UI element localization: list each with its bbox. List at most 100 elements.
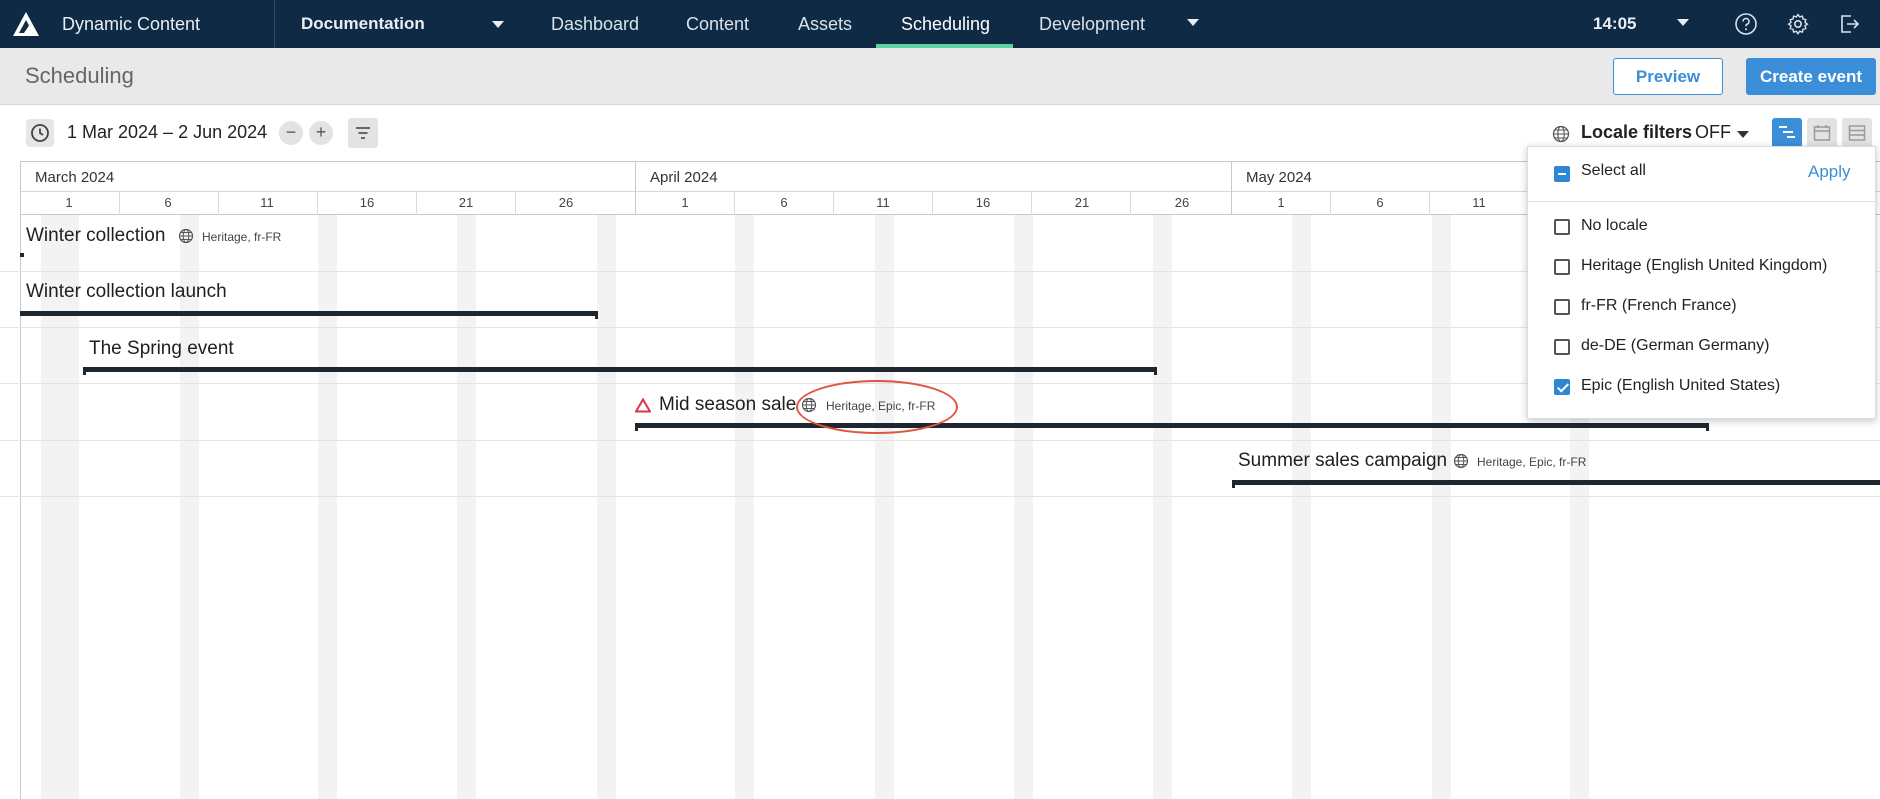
weekend-stripe — [875, 215, 894, 799]
nav-content[interactable]: Content — [686, 14, 749, 35]
development-chevron-down-icon[interactable] — [1187, 19, 1199, 26]
amplience-logo-icon[interactable] — [12, 11, 40, 37]
page-header: Scheduling Preview Create event — [0, 48, 1880, 105]
locale-option-label[interactable]: de-DE (German Germany) — [1581, 337, 1770, 355]
month-march: March 2024 — [20, 162, 635, 193]
app-name: Dynamic Content — [62, 14, 201, 34]
page-title: Scheduling — [25, 63, 134, 88]
day-label: 1 — [65, 195, 73, 210]
hub-chevron-down-icon[interactable] — [492, 21, 504, 28]
locale-checkbox-heritage[interactable] — [1554, 259, 1570, 275]
weekend-stripe — [1014, 215, 1033, 799]
locale-filters-label[interactable]: Locale filters — [1581, 122, 1692, 143]
weekend-stripe — [1432, 215, 1451, 799]
hub-selector[interactable]: Documentation — [301, 14, 425, 34]
create-event-button[interactable]: Create event — [1746, 58, 1876, 95]
nav-assets[interactable]: Assets — [798, 14, 852, 35]
bar-end-tick — [1154, 367, 1157, 375]
month-label: May 2024 — [1246, 169, 1312, 186]
day-divider — [416, 192, 417, 215]
globe-icon — [1552, 125, 1570, 143]
locale-option-label[interactable]: Epic (English United States) — [1581, 377, 1780, 395]
select-all-checkbox[interactable] — [1554, 166, 1570, 182]
select-all-label[interactable]: Select all — [1581, 162, 1646, 180]
date-range-clock-button[interactable] — [26, 119, 54, 147]
logout-icon[interactable] — [1837, 12, 1861, 36]
bar-end-tick — [1706, 423, 1709, 431]
clock-chevron-down-icon[interactable] — [1677, 19, 1689, 26]
event-title[interactable]: Winter collection launch — [26, 281, 227, 303]
locale-filters-state[interactable]: OFF — [1695, 122, 1731, 143]
month-label: March 2024 — [35, 169, 115, 186]
clock-icon — [31, 124, 49, 142]
bar-start-tick — [83, 367, 86, 375]
zoom-out-button[interactable]: − — [279, 121, 303, 145]
day-divider — [1031, 192, 1032, 215]
preview-button[interactable]: Preview — [1613, 58, 1723, 95]
nav-scheduling[interactable]: Scheduling — [901, 14, 990, 35]
day-label: 6 — [164, 195, 172, 210]
event-title[interactable]: Mid season sale — [659, 394, 796, 416]
globe-icon — [1453, 453, 1469, 469]
day-label: 1 — [681, 195, 689, 210]
event-bar[interactable] — [635, 423, 1709, 431]
event-title[interactable]: Winter collection — [26, 225, 165, 247]
locale-filters-chevron-down-icon[interactable] — [1737, 131, 1749, 138]
bar-start-tick — [635, 423, 638, 431]
date-range-label[interactable]: 1 Mar 2024 – 2 Jun 2024 — [67, 122, 267, 143]
warning-icon — [635, 398, 651, 413]
zoom-in-button[interactable]: + — [309, 121, 333, 145]
month-april: April 2024 — [635, 162, 1231, 193]
help-icon[interactable] — [1734, 12, 1758, 36]
nav-development[interactable]: Development — [1039, 14, 1145, 35]
locale-option-label[interactable]: Heritage (English United Kingdom) — [1581, 257, 1827, 275]
event-bar[interactable] — [83, 367, 1157, 375]
timeline-view-button[interactable] — [1772, 118, 1802, 148]
clock-time[interactable]: 14:05 — [1593, 14, 1636, 34]
filter-button[interactable] — [348, 118, 378, 148]
day-label: 11 — [260, 195, 274, 210]
top-navigation: Dynamic Content Documentation Dashboard … — [0, 0, 1880, 48]
event-bar[interactable] — [20, 311, 598, 319]
highlight-annotation-ring — [796, 380, 958, 434]
day-divider — [1330, 192, 1331, 215]
locale-option-label[interactable]: fr-FR (French France) — [1581, 297, 1737, 315]
day-divider — [317, 192, 318, 215]
event-bar[interactable] — [1232, 480, 1880, 488]
weekend-stripe — [1153, 215, 1172, 799]
locale-option-label[interactable]: No locale — [1581, 217, 1648, 235]
day-label: 6 — [1376, 195, 1384, 210]
calendar-view-button[interactable] — [1807, 118, 1837, 148]
day-label: 16 — [975, 195, 991, 210]
event-bar[interactable] — [20, 253, 24, 257]
row-divider — [0, 496, 1880, 497]
day-divider — [1429, 192, 1430, 215]
bar-start-tick — [1232, 480, 1235, 488]
bar-end-tick — [595, 311, 598, 319]
nav-dashboard[interactable]: Dashboard — [551, 14, 639, 35]
day-label: 26 — [1174, 195, 1190, 210]
event-locales: Heritage, fr-FR — [202, 230, 282, 244]
weekend-stripe — [318, 215, 337, 799]
month-label: April 2024 — [650, 169, 718, 186]
locale-checkbox-fr-fr[interactable] — [1554, 299, 1570, 315]
day-label: 11 — [1472, 195, 1486, 210]
event-title[interactable]: Summer sales campaign — [1238, 450, 1447, 472]
gear-icon[interactable] — [1786, 12, 1810, 36]
day-label: 21 — [1074, 195, 1090, 210]
day-label: 11 — [876, 195, 890, 210]
event-title[interactable]: The Spring event — [89, 338, 234, 360]
weekend-stripe — [1292, 215, 1311, 799]
locale-checkbox-no-locale[interactable] — [1554, 219, 1570, 235]
row-divider — [0, 440, 1880, 441]
timeline-view-icon — [1779, 126, 1795, 138]
list-view-button[interactable] — [1842, 118, 1872, 148]
locale-checkbox-de-de[interactable] — [1554, 339, 1570, 355]
apply-button[interactable]: Apply — [1808, 162, 1851, 182]
list-icon — [1848, 125, 1866, 141]
nav-divider — [274, 0, 275, 48]
locale-filters-dropdown: Select all Apply No locale Heritage (Eng… — [1527, 146, 1877, 419]
locale-menu-header: Select all Apply — [1528, 147, 1877, 202]
filter-icon — [356, 127, 370, 139]
locale-checkbox-epic[interactable] — [1554, 379, 1570, 395]
